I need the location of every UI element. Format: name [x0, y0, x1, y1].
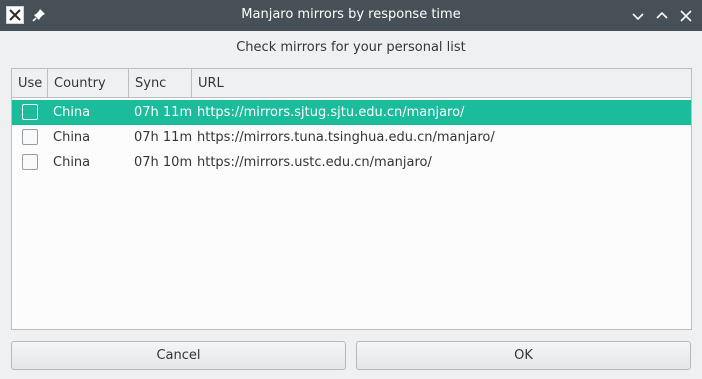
- country-cell: China: [53, 130, 91, 145]
- table-row[interactable]: China 07h 10m https://mirrors.ustc.edu.c…: [12, 150, 691, 175]
- column-header-use[interactable]: Use: [12, 69, 48, 98]
- chevron-up-icon: [656, 11, 668, 19]
- column-header-country[interactable]: Country: [48, 69, 129, 98]
- use-checkbox[interactable]: [22, 104, 38, 120]
- title-bar[interactable]: Manjaro mirrors by response time: [0, 0, 702, 31]
- table-row[interactable]: China 07h 11m https://mirrors.tuna.tsing…: [12, 125, 691, 150]
- window-title: Manjaro mirrors by response time: [241, 7, 461, 22]
- list-header: Use Country Sync URL: [12, 69, 691, 98]
- chevron-down-icon: [632, 13, 644, 21]
- country-cell: China: [53, 105, 91, 120]
- close-button[interactable]: [676, 6, 696, 26]
- close-icon: [680, 10, 692, 22]
- use-checkbox[interactable]: [22, 129, 38, 145]
- maximize-button[interactable]: [652, 6, 672, 26]
- table-row[interactable]: China 07h 11m https://mirrors.sjtug.sjtu…: [12, 100, 691, 125]
- sync-cell: 07h 11m: [134, 130, 193, 145]
- mirror-list[interactable]: Use Country Sync URL China 07h 11m https…: [11, 68, 692, 330]
- sync-cell: 07h 10m: [134, 155, 193, 170]
- minimize-button[interactable]: [628, 6, 648, 26]
- column-header-sync[interactable]: Sync: [129, 69, 192, 98]
- country-cell: China: [53, 155, 91, 170]
- url-cell: https://mirrors.sjtug.sjtu.edu.cn/manjar…: [197, 105, 465, 120]
- url-cell: https://mirrors.ustc.edu.cn/manjaro/: [197, 155, 432, 170]
- sync-cell: 07h 11m: [134, 105, 193, 120]
- use-checkbox[interactable]: [22, 154, 38, 170]
- ok-button[interactable]: OK: [356, 341, 691, 370]
- dialog-heading: Check mirrors for your personal list: [236, 40, 466, 55]
- cancel-button[interactable]: Cancel: [11, 341, 346, 370]
- column-header-url[interactable]: URL: [192, 69, 691, 98]
- url-cell: https://mirrors.tuna.tsinghua.edu.cn/man…: [197, 130, 495, 145]
